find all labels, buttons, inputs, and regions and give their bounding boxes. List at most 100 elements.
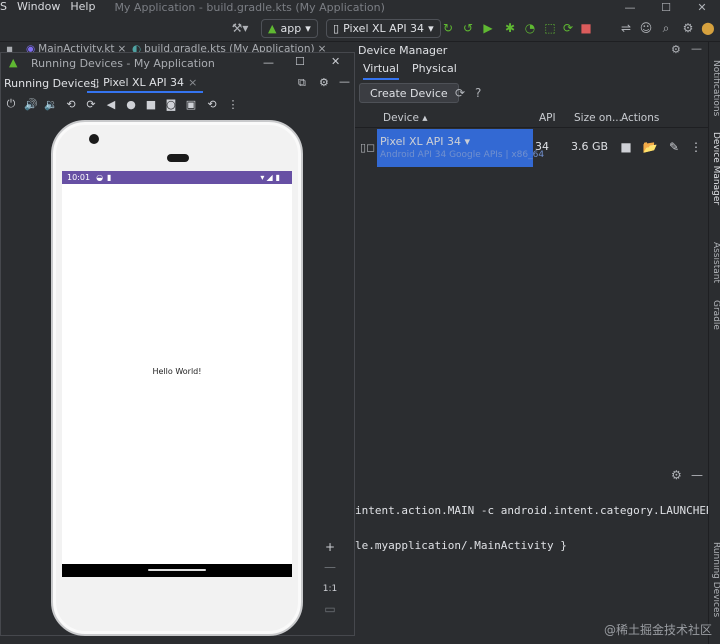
hide-icon[interactable]: — bbox=[691, 468, 703, 484]
device-size: 3.6 GB bbox=[571, 140, 609, 153]
back-icon[interactable]: ◀ bbox=[103, 96, 119, 112]
apply-changes-icon[interactable]: ↻ bbox=[440, 19, 456, 37]
close-icon[interactable]: × bbox=[188, 76, 197, 89]
home-icon[interactable]: ● bbox=[123, 96, 139, 112]
hello-world-text: Hello World! bbox=[152, 367, 202, 376]
running-devices-window-title: Running Devices - My Application bbox=[31, 56, 215, 70]
sync-icon[interactable]: ⇌ bbox=[618, 19, 634, 37]
settings-icon[interactable]: ⚙ bbox=[680, 19, 696, 37]
more-icon[interactable]: ⋮ bbox=[225, 96, 241, 112]
close-button[interactable]: ✕ bbox=[331, 55, 340, 68]
new-tab-icon[interactable]: ⧉ bbox=[298, 76, 306, 90]
hide-icon[interactable]: — bbox=[339, 75, 350, 88]
volume-down-icon[interactable]: 🔉 bbox=[43, 96, 59, 112]
android-icon: ▲ bbox=[9, 56, 18, 69]
tab-virtual[interactable]: Virtual bbox=[363, 62, 399, 80]
device-manager-actions: Create Device ⟳ ? bbox=[355, 82, 708, 104]
device-screen[interactable]: 10:01 ◒ ▮ ▾ ◢ ▮ Hello World! bbox=[62, 171, 292, 577]
device-manager-header: Device Manager ⚙ — bbox=[355, 42, 708, 58]
signal-icon: ◢ bbox=[266, 173, 273, 182]
close-button[interactable]: ✕ bbox=[684, 0, 720, 14]
rotate-left-icon[interactable]: ⟲ bbox=[63, 96, 79, 112]
power-icon[interactable]: ⏻ bbox=[3, 96, 19, 112]
table-row[interactable]: ▯◻ Pixel XL API 34 ▾ Android API 34 Goog… bbox=[355, 128, 708, 168]
camera-icon[interactable]: ◙ bbox=[163, 96, 179, 112]
device-name-cell[interactable]: Pixel XL API 34 ▾ Android API 34 Google … bbox=[377, 129, 544, 167]
zoom-actual-size-button[interactable]: 1:1 bbox=[319, 580, 341, 598]
device-controls: ⏻ 🔊 🔉 ⟲ ⟳ ◀ ● ■ ◙ ▣ ⟲ ⋮ bbox=[1, 93, 354, 115]
running-devices-window: ▲ Running Devices - My Application — ☐ ✕… bbox=[0, 52, 355, 636]
profile-icon[interactable]: ◔ bbox=[522, 19, 538, 37]
run-config-combo[interactable]: ▲ app ▾ bbox=[261, 19, 318, 38]
status-bar: 10:01 ◒ ▮ ▾ ◢ ▮ bbox=[62, 171, 292, 184]
edit-icon[interactable]: ✎ bbox=[665, 138, 683, 156]
apply-code-icon[interactable]: ↺ bbox=[460, 19, 476, 37]
status-sd-icon: ▮ bbox=[107, 173, 112, 182]
chevron-down-icon: ▾ bbox=[305, 22, 311, 35]
device-manager-title: Device Manager bbox=[358, 43, 448, 57]
hammer-icon[interactable]: ⚒▾ bbox=[228, 19, 252, 37]
menu-item-help[interactable]: Help bbox=[65, 0, 100, 14]
sort-asc-icon: ▴ bbox=[422, 112, 428, 124]
update-icon[interactable]: ⬤ bbox=[700, 19, 716, 37]
zoom-out-icon[interactable]: — bbox=[319, 558, 341, 576]
volume-up-icon[interactable]: 🔊 bbox=[23, 96, 39, 112]
profile-user-icon[interactable]: ☺ bbox=[638, 19, 654, 37]
refresh-icon[interactable]: ⟳ bbox=[455, 86, 465, 100]
rotate-right-icon[interactable]: ⟳ bbox=[83, 96, 99, 112]
maximize-button[interactable]: ☐ bbox=[648, 0, 684, 14]
search-icon[interactable]: ⌕ bbox=[658, 19, 674, 37]
stop-icon[interactable]: ■ bbox=[617, 138, 635, 156]
settings-icon[interactable]: ⚙ bbox=[671, 468, 682, 484]
phone-icon: ▯ bbox=[93, 75, 100, 89]
attach-debugger-icon[interactable]: ⬚ bbox=[542, 19, 558, 37]
column-api[interactable]: API bbox=[539, 112, 556, 124]
tab-physical[interactable]: Physical bbox=[412, 62, 457, 80]
column-device[interactable]: Device ▴ bbox=[383, 112, 428, 124]
column-size[interactable]: Size on... bbox=[574, 112, 622, 124]
record-icon[interactable]: ▣ bbox=[183, 96, 199, 112]
more-icon[interactable]: ⋮ bbox=[687, 138, 705, 156]
minimize-button[interactable]: — bbox=[263, 56, 274, 69]
run-icon[interactable]: ▶ bbox=[480, 19, 496, 37]
rerun-icon[interactable]: ⟳ bbox=[560, 19, 576, 37]
column-actions: Actions bbox=[621, 112, 660, 124]
tab-pixel-xl[interactable]: ▯ Pixel XL API 34 × bbox=[87, 73, 204, 93]
wifi-icon: ▾ bbox=[260, 173, 265, 182]
stop-icon[interactable]: ■ bbox=[578, 19, 594, 37]
overview-icon[interactable]: ■ bbox=[143, 96, 159, 112]
tool-notifications[interactable]: Notifications bbox=[709, 60, 720, 116]
hide-icon[interactable]: — bbox=[691, 42, 702, 55]
folder-icon[interactable]: 📂 bbox=[641, 138, 659, 156]
device-table-header: Device ▴ API Size on... Actions bbox=[355, 108, 708, 128]
zoom-fit-icon[interactable]: ▭ bbox=[319, 600, 341, 618]
zoom-in-icon[interactable]: + bbox=[319, 538, 341, 556]
front-camera bbox=[89, 134, 99, 144]
maximize-button[interactable]: ☐ bbox=[295, 55, 305, 68]
tool-gradle[interactable]: Gradle bbox=[709, 300, 720, 330]
minimize-button[interactable]: — bbox=[612, 0, 648, 14]
tool-device-manager[interactable]: Device Manager bbox=[709, 132, 720, 205]
main-toolbar: ⚒▾ ▲ app ▾ ▯ Pixel XL API 34 ▾ ↻ ↺ ▶ ✱ ◔… bbox=[0, 14, 720, 42]
watermark: @稀土掘金技术社区 bbox=[603, 623, 712, 637]
window-title: My Application - build.gradle.kts (My Ap… bbox=[114, 0, 385, 14]
create-device-button[interactable]: Create Device bbox=[359, 83, 459, 103]
tool-assistant[interactable]: Assistant bbox=[709, 242, 720, 283]
settings-icon[interactable]: ⚙ bbox=[319, 76, 329, 89]
device-name: Pixel XL API 34 ▾ bbox=[380, 135, 471, 148]
help-icon[interactable]: ? bbox=[475, 86, 481, 100]
status-time: 10:01 bbox=[67, 173, 91, 182]
device-manager-tabs: Virtual Physical bbox=[355, 58, 708, 82]
debug-icon[interactable]: ✱ bbox=[502, 19, 518, 37]
tool-running-devices[interactable]: Running Devices bbox=[709, 542, 720, 617]
running-devices-tabbar: Running Devices: ▯ Pixel XL API 34 × ⧉ ⚙… bbox=[1, 73, 354, 93]
device-combo[interactable]: ▯ Pixel XL API 34 ▾ bbox=[326, 19, 441, 38]
settings-icon[interactable]: ⚙ bbox=[671, 43, 681, 56]
menu-item-tools[interactable]: S bbox=[0, 0, 12, 14]
navigation-bar bbox=[62, 564, 292, 577]
device-subtitle: Android API 34 Google APIs | x86_64 bbox=[380, 150, 545, 160]
snapshot-icon[interactable]: ⟲ bbox=[204, 96, 220, 112]
menu-item-window[interactable]: Window bbox=[12, 0, 65, 14]
home-gesture-pill[interactable] bbox=[148, 569, 206, 571]
phone-frame: 10:01 ◒ ▮ ▾ ◢ ▮ Hello World! bbox=[51, 120, 303, 636]
